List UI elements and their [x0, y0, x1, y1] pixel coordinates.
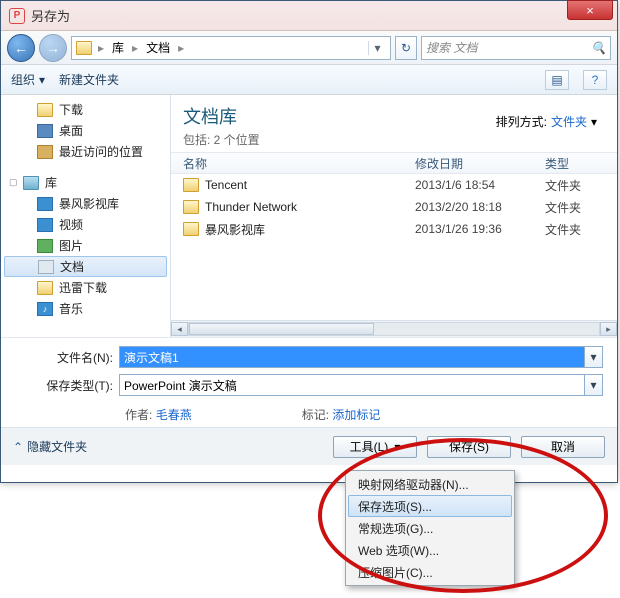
close-button[interactable]: × — [567, 0, 613, 20]
sort-value[interactable]: 文件夹 — [551, 113, 587, 130]
dialog-title: 另存为 — [31, 6, 567, 25]
recent-icon — [37, 145, 53, 159]
sidebar-item-video[interactable]: 视频 — [1, 214, 170, 235]
file-list-pane: 文档库 包括: 2 个位置 排列方式: 文件夹 ▾ 名称 修改日期 类型 Ten… — [171, 95, 617, 337]
menu-item-compress-pictures[interactable]: 压缩图片(C)... — [348, 561, 512, 583]
search-placeholder: 搜索 文档 — [426, 39, 477, 56]
refresh-button[interactable]: ↻ — [395, 36, 417, 60]
nav-row: ← → ▸ 库 ▸ 文档 ▸ ▾ ↻ 搜索 文档 🔍 — [1, 31, 617, 65]
toolbar: 组织 ▾ 新建文件夹 ▤ ? — [1, 65, 617, 95]
refresh-icon: ↻ — [401, 41, 411, 55]
app-icon: P — [9, 8, 25, 24]
arrow-right-icon: → — [46, 40, 60, 56]
menu-item-general-options[interactable]: 常规选项(G)... — [348, 517, 512, 539]
filetype-select[interactable] — [119, 374, 585, 396]
tools-menu: 映射网络驱动器(N)... 保存选项(S)... 常规选项(G)... Web … — [345, 470, 515, 586]
filetype-label: 保存类型(T): — [15, 377, 119, 394]
column-headers[interactable]: 名称 修改日期 类型 — [171, 152, 617, 174]
new-folder-button[interactable]: 新建文件夹 — [59, 71, 119, 88]
sidebar-item-downloads[interactable]: 下载 — [1, 99, 170, 120]
tag-value[interactable]: 添加标记 — [332, 408, 380, 422]
list-item[interactable]: Tencent2013/1/6 18:54文件夹 — [171, 174, 617, 196]
sort-control[interactable]: 排列方式: 文件夹 ▾ — [496, 113, 597, 130]
col-date[interactable]: 修改日期 — [415, 155, 545, 172]
cancel-button[interactable]: 取消 — [521, 436, 605, 458]
folder-icon — [76, 41, 92, 55]
list-item[interactable]: 暴风影视库2013/1/26 19:36文件夹 — [171, 218, 617, 240]
sidebar-item-music[interactable]: ♪音乐 — [1, 298, 170, 319]
search-icon: 🔍 — [591, 41, 606, 55]
scroll-track[interactable] — [188, 322, 600, 336]
sidebar-item-library[interactable]: ▢库 — [1, 172, 170, 193]
chevron-down-icon: ▾ — [394, 440, 400, 454]
save-button[interactable]: 保存(S) — [427, 436, 511, 458]
tree-collapse-icon[interactable]: ▢ — [9, 177, 18, 188]
view-button[interactable]: ▤ — [545, 70, 569, 90]
author-value[interactable]: 毛春燕 — [156, 408, 192, 422]
library-icon — [23, 176, 39, 190]
music-icon: ♪ — [37, 302, 53, 316]
close-icon: × — [586, 4, 594, 17]
chevron-up-icon: ⌃ — [13, 440, 23, 454]
pictures-icon — [37, 239, 53, 253]
breadcrumb[interactable]: 库 — [110, 39, 126, 56]
folder-icon — [183, 222, 199, 236]
hide-folders-button[interactable]: ⌃隐藏文件夹 — [13, 438, 87, 455]
forward-button[interactable]: → — [39, 34, 67, 62]
chevron-right-icon: ▸ — [176, 41, 186, 55]
address-dropdown[interactable]: ▾ — [368, 41, 386, 55]
menu-item-save-options[interactable]: 保存选项(S)... — [348, 495, 512, 517]
scroll-thumb[interactable] — [189, 323, 374, 335]
col-name[interactable]: 名称 — [183, 155, 415, 172]
breadcrumb[interactable]: 文档 — [144, 39, 172, 56]
organize-button[interactable]: 组织 ▾ — [11, 71, 45, 88]
folder-icon — [183, 200, 199, 214]
scroll-right-button[interactable]: ▸ — [600, 322, 617, 336]
folder-icon — [37, 281, 53, 295]
col-type[interactable]: 类型 — [545, 155, 605, 172]
horizontal-scrollbar[interactable]: ◂ ▸ — [171, 320, 617, 337]
video-lib-icon — [37, 197, 53, 211]
folder-icon — [183, 178, 199, 192]
desktop-icon — [37, 124, 53, 138]
arrow-left-icon: ← — [14, 40, 28, 56]
scroll-left-button[interactable]: ◂ — [171, 322, 188, 336]
save-as-dialog: P 另存为 × ← → ▸ 库 ▸ 文档 ▸ ▾ ↻ 搜索 文档 🔍 组织 ▾ … — [0, 0, 618, 483]
nav-tree[interactable]: 下载 桌面 最近访问的位置 ▢库 暴风影视库 视频 图片 文档 迅雷下载 ♪音乐 — [1, 95, 171, 337]
chevron-down-icon: ▾ — [591, 115, 597, 129]
sidebar-item-pictures[interactable]: 图片 — [1, 235, 170, 256]
filename-label: 文件名(N): — [15, 349, 119, 366]
tools-button[interactable]: 工具(L) ▾ — [333, 436, 417, 458]
button-bar: ⌃隐藏文件夹 工具(L) ▾ 保存(S) 取消 — [1, 427, 617, 465]
documents-icon — [38, 260, 54, 274]
author-label: 作者: — [125, 408, 152, 422]
sidebar-item-recent[interactable]: 最近访问的位置 — [1, 141, 170, 162]
video-icon — [37, 218, 53, 232]
sidebar-item-documents[interactable]: 文档 — [4, 256, 167, 277]
body-split: 下载 桌面 最近访问的位置 ▢库 暴风影视库 视频 图片 文档 迅雷下载 ♪音乐… — [1, 95, 617, 337]
chevron-down-icon: ▾ — [39, 73, 45, 87]
filename-dropdown[interactable]: ▾ — [585, 346, 603, 368]
filename-input[interactable] — [119, 346, 585, 368]
chevron-right-icon: ▸ — [96, 41, 106, 55]
tag-label: 标记: — [302, 408, 329, 422]
chevron-right-icon: ▸ — [130, 41, 140, 55]
menu-item-web-options[interactable]: Web 选项(W)... — [348, 539, 512, 561]
search-input[interactable]: 搜索 文档 🔍 — [421, 36, 611, 60]
back-button[interactable]: ← — [7, 34, 35, 62]
sidebar-item-desktop[interactable]: 桌面 — [1, 120, 170, 141]
help-button[interactable]: ? — [583, 70, 607, 90]
titlebar[interactable]: P 另存为 × — [1, 1, 617, 31]
list-item[interactable]: Thunder Network2013/2/20 18:18文件夹 — [171, 196, 617, 218]
menu-item-map-drive[interactable]: 映射网络驱动器(N)... — [348, 473, 512, 495]
folder-icon — [37, 103, 53, 117]
library-subtitle: 包括: 2 个位置 — [183, 131, 605, 148]
filetype-dropdown[interactable]: ▾ — [585, 374, 603, 396]
address-bar[interactable]: ▸ 库 ▸ 文档 ▸ ▾ — [71, 36, 391, 60]
sidebar-item-xunlei[interactable]: 迅雷下载 — [1, 277, 170, 298]
sidebar-item-baofeng[interactable]: 暴风影视库 — [1, 193, 170, 214]
form-area: 文件名(N): ▾ 保存类型(T): ▾ 作者: 毛春燕 标记: 添加标记 — [1, 337, 617, 427]
